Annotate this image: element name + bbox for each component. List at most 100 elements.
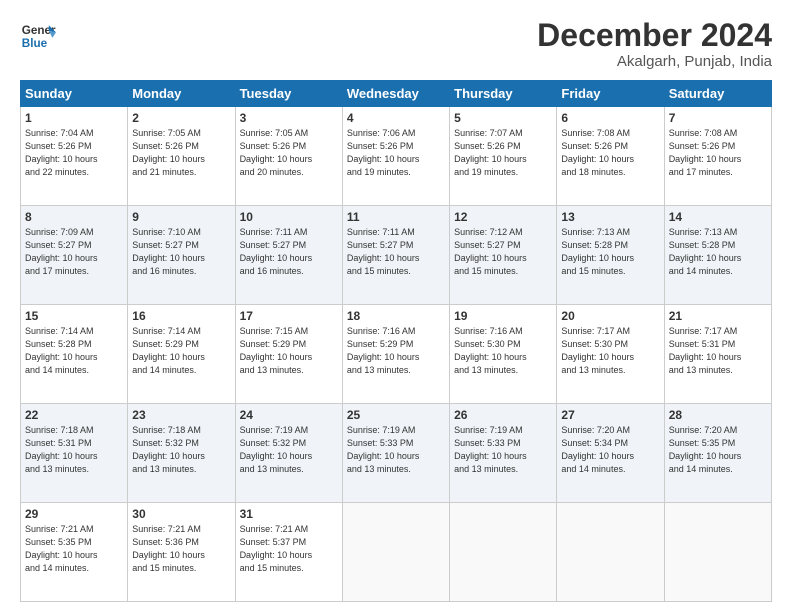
day-info: Sunrise: 7:21 AM Sunset: 5:35 PM Dayligh… [25, 523, 123, 575]
day-info: Sunrise: 7:17 AM Sunset: 5:31 PM Dayligh… [669, 325, 767, 377]
day-info: Sunrise: 7:14 AM Sunset: 5:28 PM Dayligh… [25, 325, 123, 377]
day-number: 25 [347, 408, 445, 422]
day-info: Sunrise: 7:11 AM Sunset: 5:27 PM Dayligh… [240, 226, 338, 278]
day-info: Sunrise: 7:19 AM Sunset: 5:33 PM Dayligh… [347, 424, 445, 476]
col-saturday: Saturday [664, 81, 771, 107]
day-info: Sunrise: 7:16 AM Sunset: 5:29 PM Dayligh… [347, 325, 445, 377]
day-info: Sunrise: 7:09 AM Sunset: 5:27 PM Dayligh… [25, 226, 123, 278]
calendar-week-2: 8Sunrise: 7:09 AM Sunset: 5:27 PM Daylig… [21, 206, 772, 305]
calendar-cell: 19 Sunrise: 7:16 AM Sunset: 5:30 PM Dayli… [450, 305, 557, 404]
day-number: 16 [132, 309, 230, 323]
day-info: Sunrise: 7:15 AM Sunset: 5:29 PM Dayligh… [240, 325, 338, 377]
calendar-cell: 2 Sunrise: 7:05 AM Sunset: 5:26 PM Daylig… [128, 107, 235, 206]
day-number: 2 [132, 111, 230, 125]
day-number: 19 [454, 309, 552, 323]
calendar-week-5: 29 Sunrise: 7:21 AM Sunset: 5:35 PM Dayli… [21, 503, 772, 602]
day-number: 30 [132, 507, 230, 521]
day-number: 29 [25, 507, 123, 521]
day-info: Sunrise: 7:06 AM Sunset: 5:26 PM Dayligh… [347, 127, 445, 179]
calendar-cell: 25 Sunrise: 7:19 AM Sunset: 5:33 PM Dayli… [342, 404, 449, 503]
day-info: Sunrise: 7:04 AM Sunset: 5:26 PM Dayligh… [25, 127, 123, 179]
day-number: 12 [454, 210, 552, 224]
calendar-cell [342, 503, 449, 602]
day-number: 11 [347, 210, 445, 224]
col-wednesday: Wednesday [342, 81, 449, 107]
calendar-cell: 8Sunrise: 7:09 AM Sunset: 5:27 PM Daylig… [21, 206, 128, 305]
day-number: 15 [25, 309, 123, 323]
day-number: 5 [454, 111, 552, 125]
calendar-cell: 21 Sunrise: 7:17 AM Sunset: 5:31 PM Dayli… [664, 305, 771, 404]
header: General Blue December 2024 Akalgarh, Pun… [20, 18, 772, 70]
day-number: 17 [240, 309, 338, 323]
calendar-cell: 9 Sunrise: 7:10 AM Sunset: 5:27 PM Daylig… [128, 206, 235, 305]
calendar-page: General Blue December 2024 Akalgarh, Pun… [0, 0, 792, 612]
calendar-cell: 17 Sunrise: 7:15 AM Sunset: 5:29 PM Dayli… [235, 305, 342, 404]
day-number: 31 [240, 507, 338, 521]
day-number: 21 [669, 309, 767, 323]
calendar-cell: 1Sunrise: 7:04 AM Sunset: 5:26 PM Daylig… [21, 107, 128, 206]
day-number: 18 [347, 309, 445, 323]
day-info: Sunrise: 7:16 AM Sunset: 5:30 PM Dayligh… [454, 325, 552, 377]
day-number: 9 [132, 210, 230, 224]
calendar-cell: 13Sunrise: 7:13 AM Sunset: 5:28 PM Dayli… [557, 206, 664, 305]
calendar-cell: 11 Sunrise: 7:11 AM Sunset: 5:27 PM Dayli… [342, 206, 449, 305]
calendar-cell: 14 Sunrise: 7:13 AM Sunset: 5:28 PM Dayli… [664, 206, 771, 305]
day-number: 23 [132, 408, 230, 422]
calendar-cell: 30 Sunrise: 7:21 AM Sunset: 5:36 PM Dayli… [128, 503, 235, 602]
month-title: December 2024 [537, 18, 772, 53]
day-number: 7 [669, 111, 767, 125]
day-info: Sunrise: 7:18 AM Sunset: 5:31 PM Dayligh… [25, 424, 123, 476]
calendar-week-1: 1Sunrise: 7:04 AM Sunset: 5:26 PM Daylig… [21, 107, 772, 206]
calendar-cell: 16 Sunrise: 7:14 AM Sunset: 5:29 PM Dayli… [128, 305, 235, 404]
day-number: 10 [240, 210, 338, 224]
calendar-cell: 3Sunrise: 7:05 AM Sunset: 5:26 PM Daylig… [235, 107, 342, 206]
calendar-cell: 22Sunrise: 7:18 AM Sunset: 5:31 PM Dayli… [21, 404, 128, 503]
location: Akalgarh, Punjab, India [537, 53, 772, 70]
title-block: December 2024 Akalgarh, Punjab, India [537, 18, 772, 70]
day-info: Sunrise: 7:21 AM Sunset: 5:36 PM Dayligh… [132, 523, 230, 575]
day-info: Sunrise: 7:20 AM Sunset: 5:34 PM Dayligh… [561, 424, 659, 476]
day-info: Sunrise: 7:19 AM Sunset: 5:33 PM Dayligh… [454, 424, 552, 476]
day-info: Sunrise: 7:13 AM Sunset: 5:28 PM Dayligh… [669, 226, 767, 278]
day-number: 27 [561, 408, 659, 422]
calendar-cell: 29 Sunrise: 7:21 AM Sunset: 5:35 PM Dayli… [21, 503, 128, 602]
col-thursday: Thursday [450, 81, 557, 107]
calendar-week-3: 15 Sunrise: 7:14 AM Sunset: 5:28 PM Dayli… [21, 305, 772, 404]
day-info: Sunrise: 7:19 AM Sunset: 5:32 PM Dayligh… [240, 424, 338, 476]
logo: General Blue [20, 18, 56, 54]
logo-icon: General Blue [20, 18, 56, 54]
day-info: Sunrise: 7:08 AM Sunset: 5:26 PM Dayligh… [669, 127, 767, 179]
calendar-cell: 5Sunrise: 7:07 AM Sunset: 5:26 PM Daylig… [450, 107, 557, 206]
day-info: Sunrise: 7:14 AM Sunset: 5:29 PM Dayligh… [132, 325, 230, 377]
day-number: 26 [454, 408, 552, 422]
calendar-cell: 23 Sunrise: 7:18 AM Sunset: 5:32 PM Dayli… [128, 404, 235, 503]
day-info: Sunrise: 7:05 AM Sunset: 5:26 PM Dayligh… [132, 127, 230, 179]
calendar-cell: 4 Sunrise: 7:06 AM Sunset: 5:26 PM Daylig… [342, 107, 449, 206]
calendar-cell: 6 Sunrise: 7:08 AM Sunset: 5:26 PM Daylig… [557, 107, 664, 206]
day-number: 14 [669, 210, 767, 224]
svg-text:Blue: Blue [22, 37, 48, 50]
day-info: Sunrise: 7:21 AM Sunset: 5:37 PM Dayligh… [240, 523, 338, 575]
calendar-cell: 27 Sunrise: 7:20 AM Sunset: 5:34 PM Dayli… [557, 404, 664, 503]
calendar-cell: 28Sunrise: 7:20 AM Sunset: 5:35 PM Dayli… [664, 404, 771, 503]
header-row: Sunday Monday Tuesday Wednesday Thursday… [21, 81, 772, 107]
day-info: Sunrise: 7:08 AM Sunset: 5:26 PM Dayligh… [561, 127, 659, 179]
col-tuesday: Tuesday [235, 81, 342, 107]
day-number: 6 [561, 111, 659, 125]
day-info: Sunrise: 7:11 AM Sunset: 5:27 PM Dayligh… [347, 226, 445, 278]
day-number: 4 [347, 111, 445, 125]
calendar-cell: 10 Sunrise: 7:11 AM Sunset: 5:27 PM Dayli… [235, 206, 342, 305]
day-info: Sunrise: 7:05 AM Sunset: 5:26 PM Dayligh… [240, 127, 338, 179]
calendar-cell [664, 503, 771, 602]
day-number: 20 [561, 309, 659, 323]
calendar-cell: 26 Sunrise: 7:19 AM Sunset: 5:33 PM Dayli… [450, 404, 557, 503]
day-info: Sunrise: 7:10 AM Sunset: 5:27 PM Dayligh… [132, 226, 230, 278]
calendar-cell [557, 503, 664, 602]
calendar-cell: 12Sunrise: 7:12 AM Sunset: 5:27 PM Dayli… [450, 206, 557, 305]
day-info: Sunrise: 7:18 AM Sunset: 5:32 PM Dayligh… [132, 424, 230, 476]
day-number: 24 [240, 408, 338, 422]
day-number: 28 [669, 408, 767, 422]
calendar-cell: 31 Sunrise: 7:21 AM Sunset: 5:37 PM Dayli… [235, 503, 342, 602]
calendar-cell: 7 Sunrise: 7:08 AM Sunset: 5:26 PM Daylig… [664, 107, 771, 206]
calendar-cell: 20Sunrise: 7:17 AM Sunset: 5:30 PM Dayli… [557, 305, 664, 404]
